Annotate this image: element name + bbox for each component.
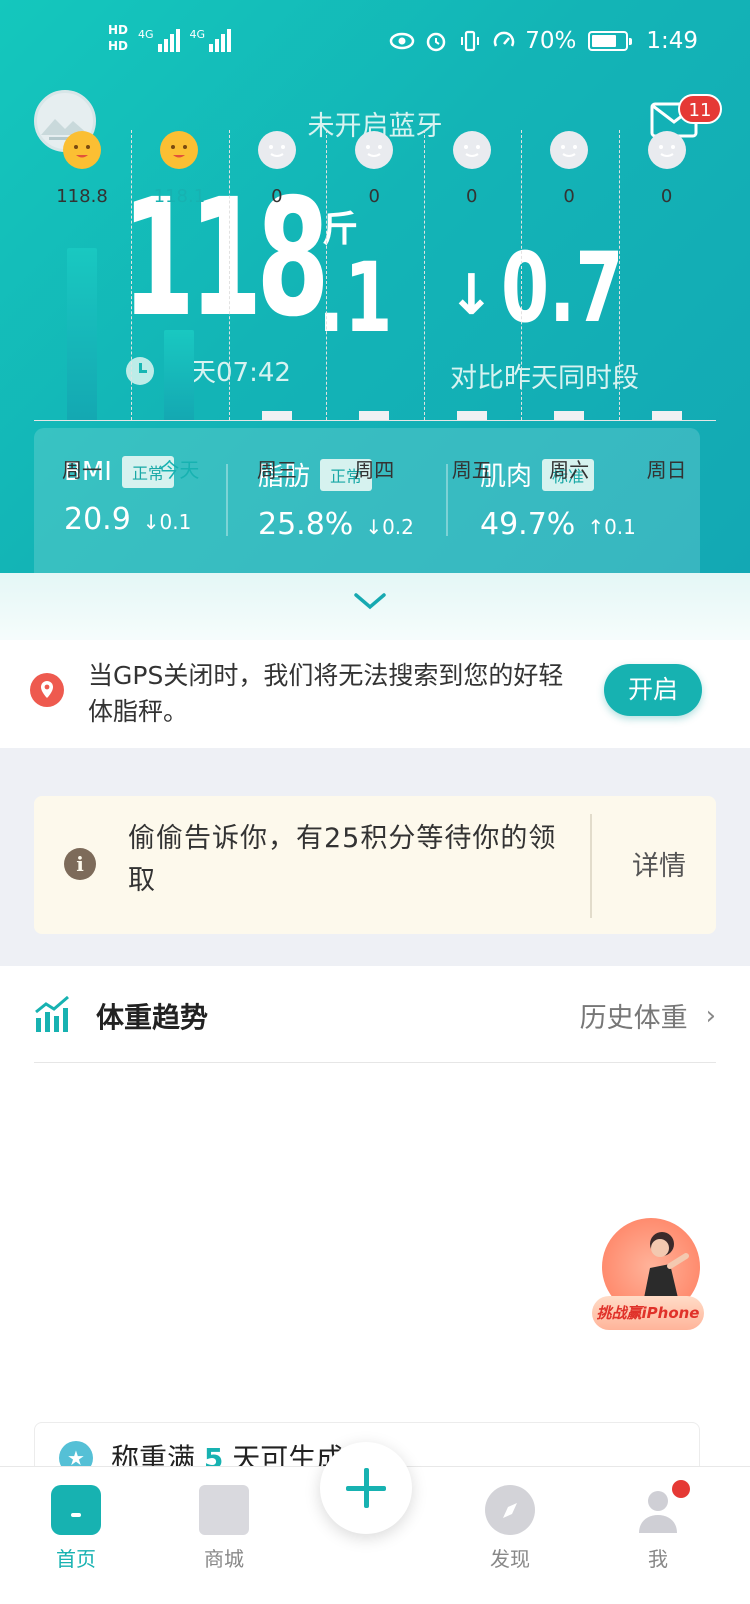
chart-bar-empty: [554, 411, 585, 420]
empty-face-icon: [550, 131, 589, 169]
trend-header: 体重趋势 历史体重 ›: [34, 994, 716, 1044]
bar-value-label: 0: [563, 186, 575, 207]
chart-column[interactable]: 118.1 今天: [131, 130, 227, 482]
column-separator: [228, 130, 230, 420]
chart-baseline: [34, 420, 716, 421]
bar-value-label: 0: [660, 186, 673, 207]
bar-value-label: 0: [465, 186, 478, 207]
empty-face-icon: [257, 131, 296, 169]
home-icon: [51, 1485, 101, 1535]
chart-bar-empty: [359, 411, 390, 420]
column-separator: [131, 130, 133, 420]
gps-banner: 当GPS关闭时，我们将无法搜索到您的好轻体脂秤。 开启: [0, 640, 750, 748]
chevron-down-icon[interactable]: [353, 589, 387, 613]
chevron-right-icon: ›: [705, 1000, 716, 1031]
gps-message: 当GPS关闭时，我们将无法搜索到您的好轻体脂秤。: [88, 661, 564, 726]
status-bar: HD HD 4G 4G 70% 1:49: [0, 0, 750, 86]
chart-column[interactable]: 0 周六: [521, 130, 617, 482]
trend-title: 体重趋势: [96, 1001, 209, 1034]
info-icon: i: [64, 848, 96, 880]
bar-value-label: 0: [271, 186, 283, 207]
promo-label: 挑战赢iPhone: [592, 1296, 704, 1330]
tab-discover-label: 发现: [490, 1547, 530, 1571]
chart-bar-empty: [651, 411, 682, 420]
empty-face-icon: [355, 131, 394, 169]
chart-bar-empty: [261, 411, 292, 420]
signal-icon: 4G: [138, 22, 180, 52]
chart-column[interactable]: 0 周五: [424, 130, 520, 482]
smiley-face-icon: [160, 131, 199, 169]
chart-bar: [164, 329, 195, 420]
tab-discover[interactable]: 发现: [462, 1485, 558, 1572]
history-weight-link[interactable]: 历史体重 ›: [580, 996, 716, 1035]
x-axis-label: 今天: [159, 458, 200, 482]
battery-icon: [588, 31, 633, 51]
empty-face-icon: [647, 131, 686, 169]
x-axis-label: 周五: [451, 458, 492, 482]
notice-text: 偷偷告诉你，有25积分等待你的领取: [128, 823, 557, 896]
chart-column[interactable]: 0 周四: [326, 130, 422, 482]
vibrate-icon: [457, 28, 483, 54]
shopping-bag-icon: [199, 1485, 249, 1535]
chart-column[interactable]: 0 周三: [229, 130, 325, 482]
metric-delta: ↓0.1: [142, 510, 192, 534]
tab-home-label: 首页: [56, 1547, 96, 1571]
clock-time: 1:49: [646, 28, 698, 54]
x-axis-label: 周三: [256, 458, 297, 482]
bar-value-label: 118.1: [153, 186, 206, 207]
eye-icon: [389, 28, 415, 54]
x-axis-label: 周四: [354, 458, 395, 482]
signal-icon-2: 4G: [190, 22, 232, 52]
speed-icon: [491, 28, 517, 54]
chart-column[interactable]: 118.8 周一: [34, 130, 130, 482]
empty-face-icon: [452, 131, 491, 169]
column-separator: [618, 130, 620, 420]
metric-delta: ↓0.2: [365, 515, 414, 539]
points-notice[interactable]: i 偷偷告诉你，有25积分等待你的领取 详情: [34, 796, 716, 934]
mail-badge: 11: [678, 94, 722, 124]
metric-value: 20.9: [64, 502, 131, 537]
metric-value: 49.7%: [480, 507, 576, 542]
tab-mall[interactable]: 商城: [176, 1485, 272, 1572]
chart-column[interactable]: 0 周日: [619, 130, 715, 482]
trend-chart-icon: [34, 994, 74, 1034]
weight-bar-chart: 118.8 周一 118.1 今天 0 周三 0 周四 0 周五 0 周六 0 周日: [34, 130, 716, 482]
challenge-promo[interactable]: 挑战赢iPhone: [592, 1210, 710, 1338]
x-axis-label: 周六: [549, 458, 590, 482]
history-weight-label: 历史体重: [579, 1003, 688, 1034]
bar-value-label: 118.8: [56, 186, 108, 207]
chart-bar: [67, 247, 97, 420]
column-separator: [521, 130, 523, 420]
bar-value-label: 0: [368, 186, 380, 207]
enable-gps-button[interactable]: 开启: [604, 664, 702, 716]
divider: [590, 814, 592, 918]
column-separator: [423, 130, 425, 420]
chart-bar-empty: [456, 411, 487, 420]
divider: [34, 1062, 716, 1063]
x-axis-label: 周日: [646, 458, 687, 482]
details-button[interactable]: 详情: [614, 844, 704, 883]
alarm-icon: [423, 28, 449, 54]
hd-indicator: HD HD: [108, 23, 129, 53]
x-axis-label: 周一: [62, 458, 102, 482]
metric-value: 25.8%: [258, 507, 354, 542]
tab-home[interactable]: 首页: [28, 1485, 124, 1572]
tab-me[interactable]: 我: [610, 1485, 706, 1572]
smiley-face-icon: [63, 131, 101, 169]
battery-percent: 70%: [525, 28, 577, 54]
tab-mall-label: 商城: [204, 1547, 244, 1571]
tab-me-label: 我: [648, 1547, 668, 1571]
add-record-button[interactable]: [320, 1442, 412, 1534]
compass-icon: [485, 1485, 535, 1535]
metric-delta: ↑0.1: [587, 515, 636, 539]
location-pin-icon: [30, 673, 64, 707]
notification-dot: [672, 1480, 690, 1498]
column-separator: [326, 130, 328, 420]
